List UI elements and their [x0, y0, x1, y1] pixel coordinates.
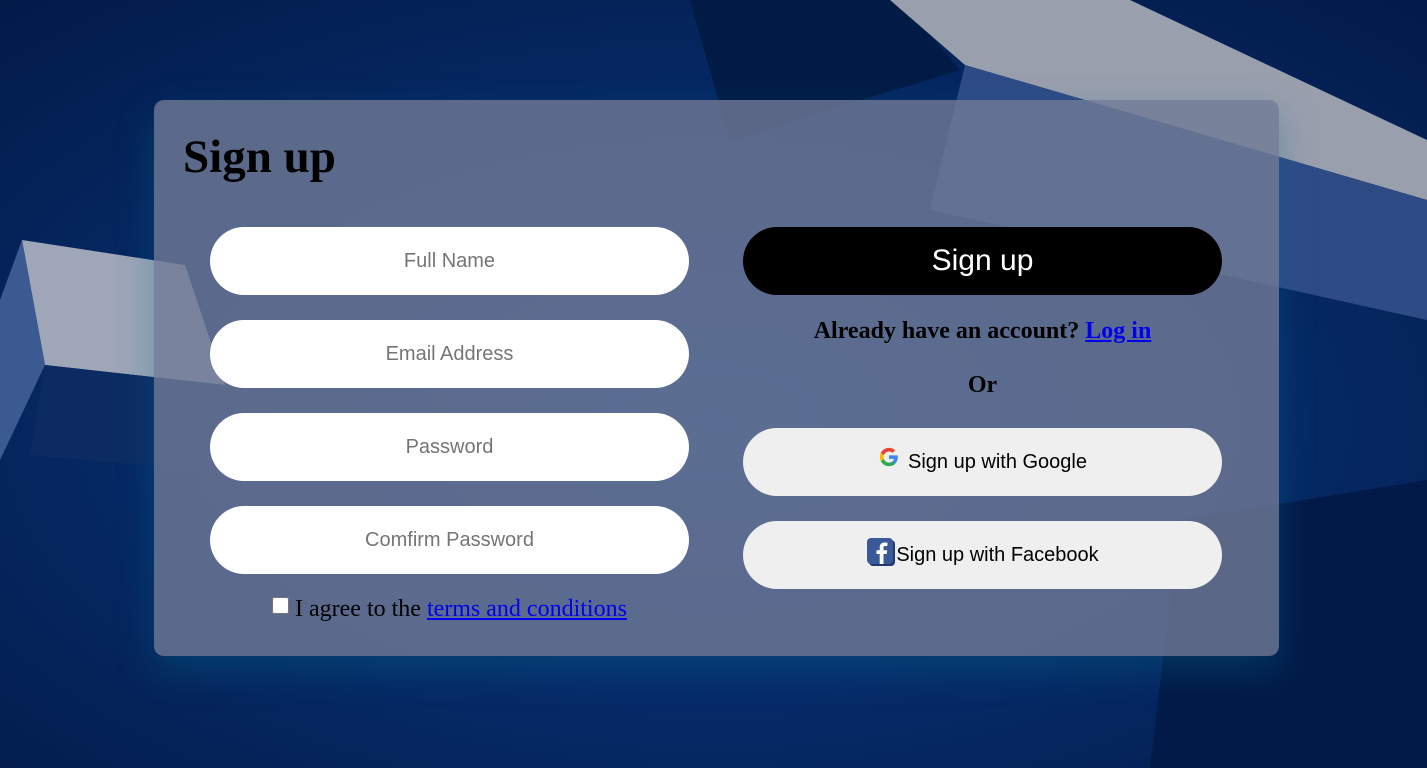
terms-agreement: I agree to the terms and conditions [270, 596, 627, 623]
login-prompt-row: Already have an account? Log in [743, 318, 1222, 345]
signup-button[interactable]: Sign up [743, 227, 1222, 295]
password-input[interactable] [210, 413, 689, 481]
confirm-password-input[interactable] [210, 506, 689, 574]
google-signup-label: Sign up with Google [907, 450, 1087, 473]
or-divider: Or [967, 372, 998, 398]
login-link[interactable]: Log in [1085, 318, 1151, 344]
full-name-input[interactable] [210, 227, 689, 295]
google-icon [878, 446, 900, 468]
terms-prefix: I agree to the [295, 596, 421, 622]
facebook-signup-button[interactable]: Sign up with Facebook [743, 521, 1222, 589]
signup-card: Sign up I agree to the terms and conditi… [154, 100, 1279, 656]
terms-link[interactable]: terms and conditions [427, 596, 627, 623]
page-title: Sign up [183, 131, 336, 183]
email-input[interactable] [210, 320, 689, 388]
google-signup-button[interactable]: Sign up with Google [743, 428, 1222, 496]
login-prompt: Already have an account? [813, 318, 1080, 344]
terms-checkbox[interactable] [272, 597, 289, 614]
facebook-signup-label: Sign up with Facebook [896, 543, 1099, 566]
facebook-icon [866, 537, 896, 567]
